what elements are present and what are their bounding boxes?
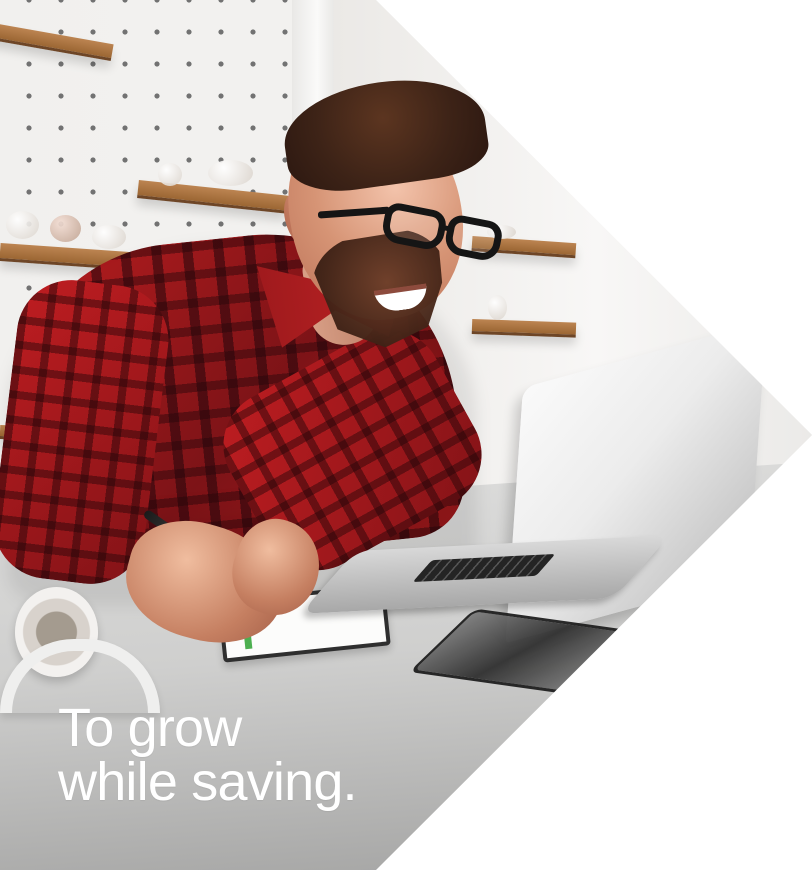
glasses-temple xyxy=(317,206,391,219)
shelf-cup xyxy=(6,211,39,239)
diamond-cropped-photo: To grow while saving. xyxy=(0,0,812,870)
shelf-bottle xyxy=(488,295,507,320)
shelf-jar xyxy=(158,163,182,186)
tagline-line-1: To grow xyxy=(58,698,242,758)
glasses-lens xyxy=(379,200,449,253)
hero-tagline: To grow while saving. xyxy=(58,701,428,809)
shelf-bowl xyxy=(208,160,253,186)
hero-page: To grow while saving. xyxy=(0,0,812,870)
tagline-line-2: while saving. xyxy=(58,752,358,812)
shelf-cup xyxy=(50,215,81,242)
shelf-cup xyxy=(92,225,126,249)
